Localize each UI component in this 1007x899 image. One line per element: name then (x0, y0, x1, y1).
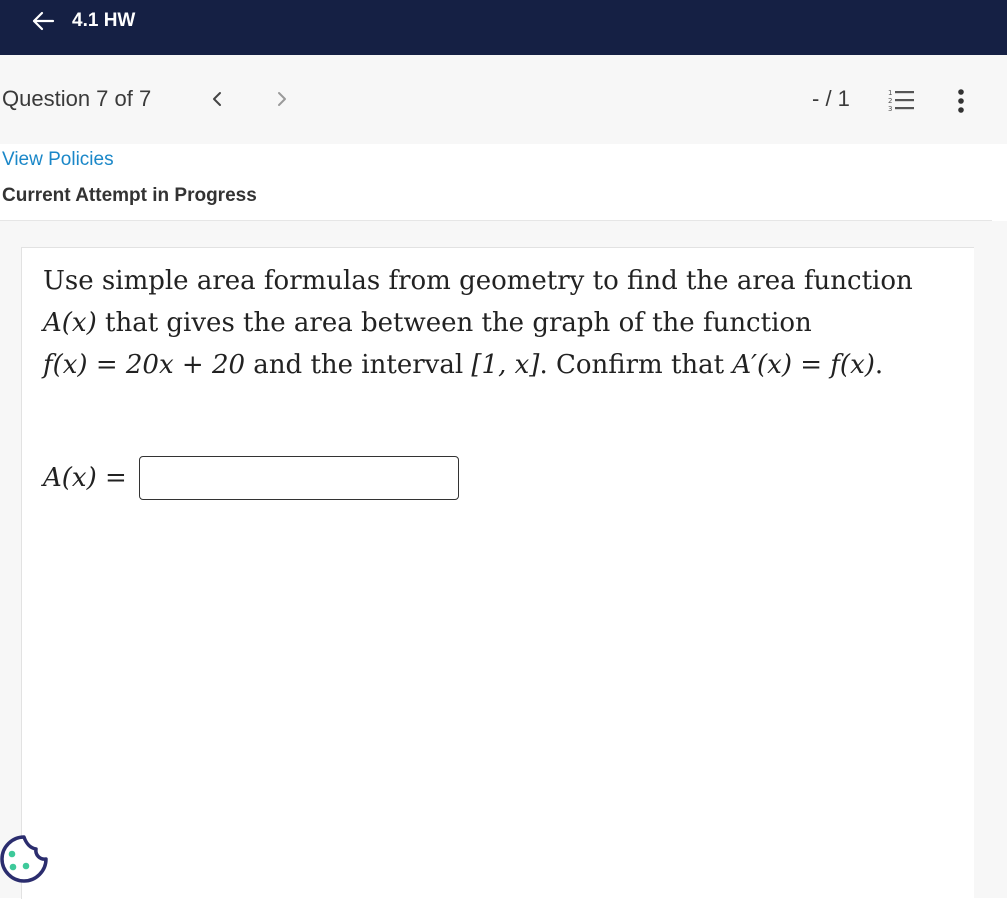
question-line-2: A(x) that gives the area between the gra… (43, 302, 943, 344)
chevron-right-icon (278, 92, 286, 106)
answer-label: A(x) = (43, 463, 127, 493)
question-counter: Question 7 of 7 (2, 86, 152, 111)
assignment-title: 4.1 HW (72, 10, 136, 31)
math-area-function: A(x) (43, 308, 97, 338)
question-line-3-text-3: . (874, 350, 884, 380)
top-bar: 4.1 HW (0, 0, 1007, 55)
more-vertical-icon (958, 89, 964, 113)
math-derivative-check: A′(x) = f(x) (732, 350, 875, 380)
previous-question-button[interactable] (206, 85, 228, 113)
next-question-button[interactable] (271, 85, 293, 113)
chevron-left-icon (213, 92, 221, 106)
answer-row: A(x) = (43, 456, 459, 500)
svg-text:1: 1 (888, 89, 892, 97)
math-function-definition: f(x) = 20x + 20 (43, 350, 246, 380)
question-navigation-bar: Question 7 of 7 - / 1 1 2 3 (0, 55, 1007, 144)
question-line-2-text: that gives the area between the graph of… (96, 308, 812, 338)
answer-input[interactable] (138, 456, 459, 500)
arrow-left-icon (32, 11, 55, 31)
question-text: Use simple area formulas from geometry t… (43, 260, 943, 386)
svg-text:3: 3 (888, 105, 892, 113)
svg-text:2: 2 (888, 97, 892, 105)
question-content-area: Use simple area formulas from geometry t… (0, 221, 1007, 899)
cookie-icon (0, 835, 48, 883)
cookie-settings-button[interactable] (0, 833, 48, 885)
question-line-3-text-1: and the interval (245, 350, 472, 380)
attempt-info: View Policies Current Attempt in Progres… (0, 144, 992, 221)
attempt-status: Current Attempt in Progress (2, 185, 257, 206)
question-list-button[interactable]: 1 2 3 (886, 87, 916, 113)
question-line-3: f(x) = 20x + 20 and the interval [1, x].… (43, 344, 943, 386)
question-line-3-text-2: . Confirm that (539, 350, 733, 380)
math-interval: [1, x] (471, 350, 540, 380)
back-button[interactable] (28, 8, 58, 34)
numbered-list-icon: 1 2 3 (888, 89, 914, 113)
question-card: Use simple area formulas from geometry t… (21, 247, 974, 899)
view-policies-link[interactable]: View Policies (2, 148, 114, 172)
more-options-button[interactable] (950, 87, 972, 115)
question-score: - / 1 (812, 86, 850, 111)
question-line-1: Use simple area formulas from geometry t… (43, 266, 913, 296)
